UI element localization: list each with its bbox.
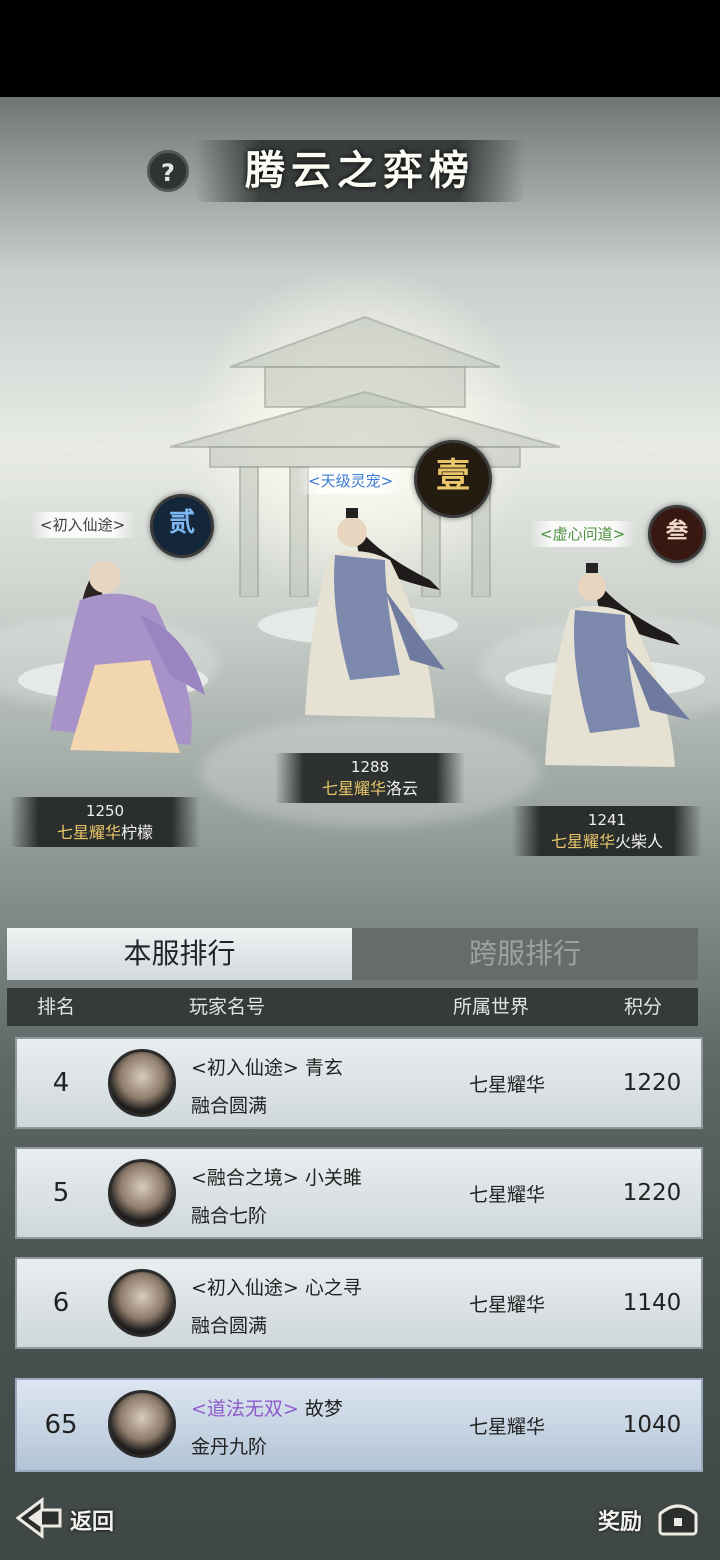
character-third-avatar[interactable] [530,555,700,775]
header-score: 积分 [624,996,663,1018]
table-row[interactable]: 6 <初入仙途> 心之寻 融合圆满 七星耀华 1140 [15,1257,703,1349]
podium-second-nameplate: 1250 七星耀华柠檬 [10,797,200,847]
podium-second-server: 七星耀华 [56,823,121,842]
player-name: 心之寻 [304,1277,362,1299]
podium-third-nameplate: 1241 七星耀华火柴人 [512,806,702,856]
podium-first-title: <天级灵宠> [298,468,404,494]
podium-third-title: <虚心问道> [530,521,636,547]
row-rank: 5 [52,1178,70,1208]
tab-local-ranking[interactable]: 本服排行 [7,928,352,980]
podium-first-score: 1288 [350,758,390,776]
header-rank: 排名 [37,996,76,1018]
podium-first-player: 洛云 [386,779,419,798]
table-row[interactable]: 5 <融合之境> 小关雎 融合七阶 七星耀华 1220 [15,1147,703,1239]
row-rank: 4 [52,1068,70,1098]
player-name: 青玄 [304,1057,343,1079]
reward-button[interactable]: 奖励 [590,1494,710,1542]
player-avatar[interactable] [108,1269,176,1337]
back-label: 返回 [70,1509,115,1535]
leaderboard-screen: ? 腾云之弈榜 <初入仙途> 贰 1250 七星耀华柠檬 <天级灵宠> 壹 12… [0,0,720,1560]
player-avatar[interactable] [108,1159,176,1227]
header-world: 所属世界 [453,996,530,1018]
player-name: 小关雎 [304,1167,362,1189]
player-title: <道法无双> [191,1398,299,1420]
player-world: 七星耀华 [468,1293,545,1316]
self-ranking-row[interactable]: 65 <道法无双> 故梦 金丹九阶 七星耀华 1040 [15,1378,703,1472]
character-second-avatar[interactable] [40,545,210,760]
back-button[interactable]: 返回 [12,1494,152,1542]
player-title: <初入仙途> [191,1057,299,1079]
player-name: 故梦 [304,1398,343,1420]
podium-second-player: 柠檬 [121,823,154,842]
player-realm: 金丹九阶 [191,1436,268,1458]
player-score: 1220 [622,1070,682,1096]
podium-second-score: 1250 [85,802,125,820]
page-title: 腾云之弈榜 [245,147,475,194]
player-score: 1220 [622,1180,682,1206]
ranking-tabs: 本服排行 跨服排行 [7,928,698,980]
player-realm: 融合圆满 [191,1315,268,1337]
podium-third-player: 火柴人 [615,832,664,851]
podium-third-server: 七星耀华 [550,832,615,851]
row-rank: 6 [52,1288,70,1318]
character-first-avatar[interactable] [290,500,460,725]
player-avatar[interactable] [108,1049,176,1117]
help-button[interactable]: ? [147,150,189,192]
podium-first-server: 七星耀华 [321,779,386,798]
player-score: 1040 [622,1412,682,1438]
podium-second-title: <初入仙途> [30,512,136,538]
player-title: <初入仙途> [191,1277,299,1299]
status-bar-area [0,0,720,97]
player-title: <融合之境> [191,1167,299,1189]
player-realm: 融合七阶 [191,1205,268,1227]
treasure-chest-icon [658,1504,698,1536]
player-avatar[interactable] [108,1390,176,1458]
podium-first-nameplate: 1288 七星耀华洛云 [275,753,465,803]
player-world: 七星耀华 [468,1415,545,1438]
back-arrow-icon [15,1497,62,1539]
player-realm: 融合圆满 [191,1095,268,1117]
table-row[interactable]: 4 <初入仙途> 青玄 融合圆满 七星耀华 1220 [15,1037,703,1129]
player-world: 七星耀华 [468,1073,545,1096]
podium-third-score: 1241 [587,811,627,829]
player-world: 七星耀华 [468,1183,545,1206]
table-header: 排名 玩家名号 所属世界 积分 [7,988,698,1026]
row-rank: 65 [44,1410,78,1440]
tab-cross-server-ranking[interactable]: 跨服排行 [352,928,698,980]
player-score: 1140 [622,1290,682,1316]
reward-label: 奖励 [598,1509,643,1535]
header-player: 玩家名号 [189,996,266,1018]
